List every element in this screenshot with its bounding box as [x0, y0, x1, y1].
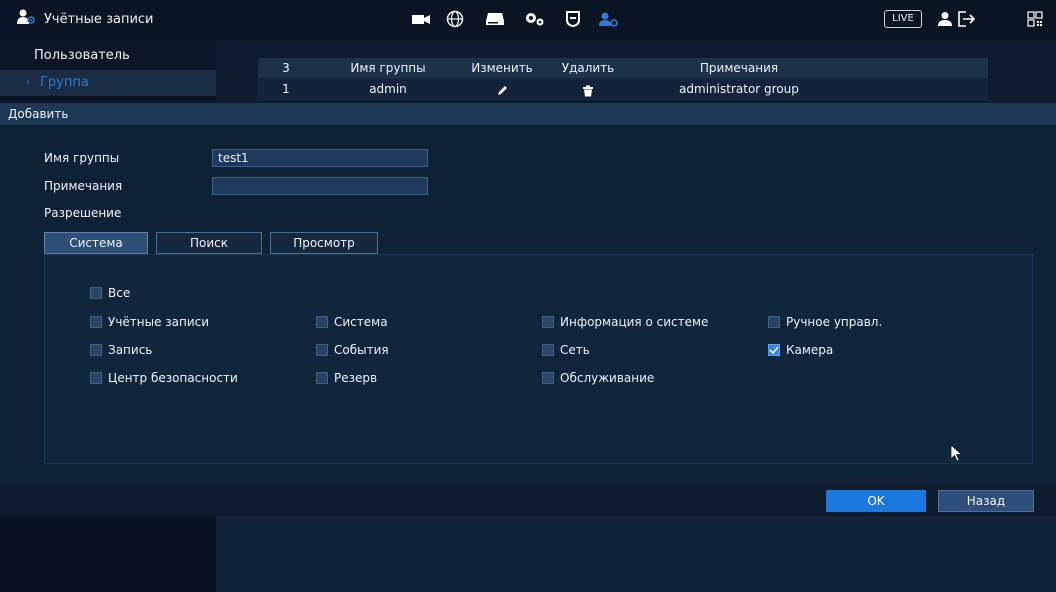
back-button[interactable]: Назад	[938, 490, 1034, 512]
checkbox-box[interactable]	[316, 316, 328, 328]
checkbox-label: Резерв	[334, 371, 378, 385]
bottom-right-panel	[216, 516, 1056, 592]
sidebar-item-group[interactable]: › Группа	[0, 70, 216, 96]
group-name-input[interactable]: test1	[212, 149, 428, 167]
table-header: 3 Имя группы Изменить Удалить Примечания	[258, 58, 988, 78]
checkbox-label: Сеть	[560, 343, 590, 357]
tab-system[interactable]: Система	[44, 232, 148, 254]
permission-label: Разрешение	[44, 206, 122, 220]
row-notes: administrator group	[679, 82, 799, 96]
checkbox-camera[interactable]: Камера	[768, 343, 833, 357]
checkbox-manual-control[interactable]: Ручное управл.	[768, 315, 882, 329]
checkbox-label: Информация о системе	[560, 315, 709, 329]
checkbox-all[interactable]: Все	[90, 286, 130, 300]
group-table: 3 Имя группы Изменить Удалить Примечания…	[258, 58, 988, 100]
checkbox-box[interactable]	[90, 372, 102, 384]
page-title: Учётные записи	[44, 11, 154, 27]
checkbox-security-center[interactable]: Центр безопасности	[90, 371, 238, 385]
checkbox-backup[interactable]: Резерв	[316, 371, 377, 385]
checkbox-box[interactable]	[542, 316, 554, 328]
user-icon[interactable]	[934, 10, 956, 28]
checkbox-box[interactable]	[90, 316, 102, 328]
title-area: Учётные записи	[16, 9, 154, 29]
checkbox-box[interactable]	[768, 316, 780, 328]
ok-button[interactable]: OK	[826, 490, 926, 512]
checkbox-system[interactable]: Система	[316, 315, 388, 329]
storage-icon[interactable]	[484, 10, 506, 28]
accounts-icon[interactable]	[598, 10, 620, 28]
checkbox-label: Обслуживание	[560, 371, 655, 385]
accounts-title-icon	[16, 9, 36, 29]
add-section-header: Добавить	[0, 103, 1056, 125]
checkbox-network[interactable]: Сеть	[542, 343, 590, 357]
network-icon[interactable]	[444, 10, 466, 28]
checkbox-label: Камера	[786, 343, 834, 357]
checkbox-system-info[interactable]: Информация о системе	[542, 315, 708, 329]
group-name-label: Имя группы	[44, 151, 120, 165]
sidebar-item-label: Группа	[40, 75, 89, 90]
checkbox-box[interactable]	[90, 287, 102, 299]
delete-trash-icon[interactable]	[576, 83, 600, 103]
column-header-edit: Изменить	[471, 61, 533, 75]
checkbox-label: Система	[334, 315, 388, 329]
row-index: 1	[282, 82, 290, 96]
bottom-left-panel	[0, 516, 216, 592]
checkbox-box[interactable]	[90, 344, 102, 356]
checkbox-record[interactable]: Запись	[90, 343, 152, 357]
column-header-count: 3	[282, 61, 290, 75]
security-icon[interactable]	[562, 10, 584, 28]
table-row[interactable]: 1 admin administrator group	[258, 79, 988, 99]
checkbox-box[interactable]	[542, 344, 554, 356]
checkbox-box[interactable]	[542, 372, 554, 384]
mouse-cursor-icon	[950, 444, 964, 466]
column-header-delete: Удалить	[561, 61, 615, 75]
checkbox-label: События	[334, 343, 389, 357]
checkbox-box-checked[interactable]	[768, 344, 780, 356]
tab-search[interactable]: Поиск	[156, 232, 262, 254]
column-header-notes: Примечания	[699, 61, 779, 75]
checkbox-label: Учётные записи	[108, 315, 210, 329]
logout-icon[interactable]	[956, 10, 978, 28]
live-button[interactable]: LIVE	[884, 10, 922, 28]
checkbox-box[interactable]	[316, 372, 328, 384]
checkbox-events[interactable]: События	[316, 343, 389, 357]
sidebar-item-user[interactable]: Пользователь	[0, 43, 216, 69]
sidebar: Пользователь › Группа	[0, 40, 216, 101]
settings-icon[interactable]	[524, 10, 546, 28]
row-group-name: admin	[369, 82, 407, 96]
tab-view[interactable]: Просмотр	[270, 232, 378, 254]
checkbox-box[interactable]	[316, 344, 328, 356]
qr-icon[interactable]	[1024, 10, 1046, 28]
sidebar-item-label: Пользователь	[34, 48, 130, 63]
column-header-group-name: Имя группы	[350, 61, 426, 75]
checkbox-label: Ручное управл.	[786, 315, 883, 329]
notes-input[interactable]	[212, 177, 428, 195]
checkbox-label: Запись	[108, 343, 153, 357]
checkbox-label: Центр безопасности	[108, 371, 238, 385]
notes-label: Примечания	[44, 179, 123, 193]
checkbox-label: Все	[108, 286, 131, 300]
chevron-right-icon: ›	[26, 77, 30, 88]
permissions-panel	[44, 254, 1033, 464]
checkbox-accounts[interactable]: Учётные записи	[90, 315, 209, 329]
edit-pencil-icon[interactable]	[490, 83, 514, 103]
checkmark-icon	[769, 346, 779, 354]
top-bar: Учётные записи LIVE	[0, 0, 1056, 40]
checkbox-maintenance[interactable]: Обслуживание	[542, 371, 654, 385]
camera-icon[interactable]	[410, 10, 432, 28]
